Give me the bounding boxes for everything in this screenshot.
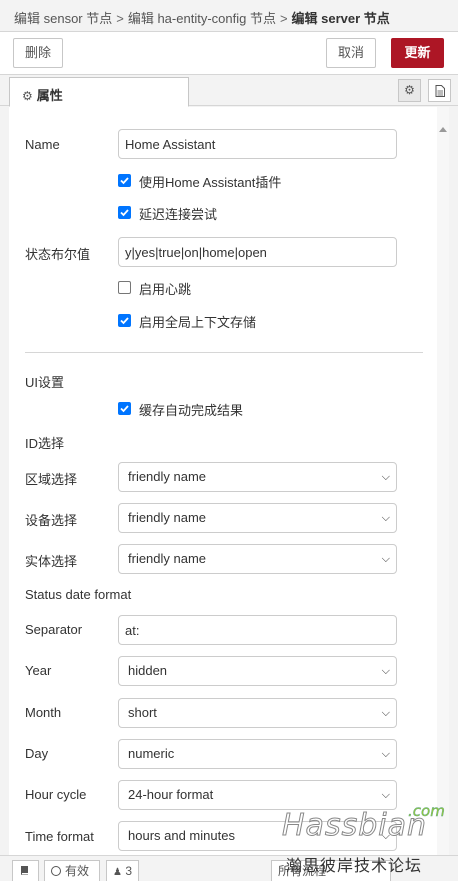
node-enabled-label: 有效 [65,864,90,878]
node-users-button[interactable]: ♟ 3 [106,860,139,881]
user-icon: ♟ [113,867,122,878]
chevron-down-icon: ⌵ [381,748,390,760]
status-date-format-heading: Status date format [25,587,132,602]
ui-settings-heading: UI设置 [25,375,65,390]
time-format-select[interactable]: hours and minutes ⌵ [118,821,397,851]
year-label: Year [25,663,52,678]
month-label: Month [25,705,62,720]
state-boolean-label: 状态布尔值 [25,247,91,262]
device-select[interactable]: friendly name ⌵ [118,503,397,533]
update-button[interactable]: 更新 [391,38,444,68]
properties-panel: Name 使用Home Assistant插件 延迟连接尝试 状态布尔值 启用心… [9,107,449,855]
entity-select-label: 实体选择 [25,554,78,569]
global-context-label: 启用全局上下文存储 [139,315,257,330]
hour-cycle-select[interactable]: 24-hour format ⌵ [118,780,397,810]
time-format-select-value: hours and minutes [128,828,235,843]
separator-label: Separator [25,622,83,637]
tab-bar: ⚙ 属性 ⚙ [0,75,458,107]
node-users-count: 3 [125,864,132,878]
day-label: Day [25,746,49,761]
circle-icon [51,866,61,876]
chevron-down-icon: ⌵ [381,665,390,677]
divider [25,352,423,353]
tab-properties[interactable]: ⚙ 属性 [9,77,189,107]
month-select[interactable]: short ⌵ [118,698,397,728]
name-input[interactable] [118,129,397,159]
delay-connect-label: 延迟连接尝试 [139,207,218,222]
settings-tab-button[interactable]: ⚙ [398,79,421,102]
device-select-label: 设备选择 [25,513,78,528]
use-addon-checkbox[interactable] [118,174,131,187]
name-label: Name [25,137,60,152]
delete-button[interactable]: 删除 [13,38,63,68]
scrollbar[interactable] [437,107,449,855]
time-format-label: Time format [25,829,94,844]
state-boolean-input[interactable] [118,237,397,267]
flow-scope-select[interactable]: 所有流程 [271,860,391,881]
hour-cycle-label: Hour cycle [25,787,87,802]
month-select-value: short [128,705,157,720]
entity-select[interactable]: friendly name ⌵ [118,544,397,574]
breadcrumb-item-entity-config[interactable]: 编辑 ha-entity-config 节点 [128,11,276,26]
entity-select-value: friendly name [128,551,207,566]
cache-autocomplete-label: 缓存自动完成结果 [139,403,244,418]
chevron-down-icon: ⌵ [381,471,390,483]
year-select-value: hidden [128,663,168,678]
gear-icon: ⚙ [404,83,415,97]
help-button[interactable] [12,860,39,881]
day-select-value: numeric [128,746,175,761]
breadcrumb-item-server: 编辑 server 节点 [291,11,390,26]
breadcrumb-item-sensor[interactable]: 编辑 sensor 节点 [14,11,112,26]
separator-input[interactable] [118,615,397,645]
document-icon [435,85,445,97]
chevron-down-icon: ⌵ [381,830,390,842]
tab-properties-label: 属性 [36,88,63,103]
chevron-down-icon: ⌵ [381,512,390,524]
cache-autocomplete-checkbox[interactable] [118,402,131,415]
cancel-button[interactable]: 取消 [326,38,376,68]
node-enabled-toggle[interactable]: 有效 [44,860,100,881]
device-select-value: friendly name [128,510,207,525]
breadcrumb-separator: > [116,11,124,26]
flow-scope-value: 所有流程 [278,864,327,878]
gear-icon: ⚙ [22,89,33,103]
chevron-down-icon: ⌵ [381,789,390,801]
delay-connect-checkbox[interactable] [118,206,131,219]
global-context-checkbox[interactable] [118,314,131,327]
chevron-down-icon: ⌵ [381,707,390,719]
hour-cycle-select-value: 24-hour format [128,787,214,802]
tray-toolbar: 删除 取消 更新 [0,32,458,75]
book-icon [21,866,29,875]
chevron-down-icon: ⌵ [381,553,390,565]
heartbeat-checkbox[interactable] [118,281,131,294]
area-select[interactable]: friendly name ⌵ [118,462,397,492]
day-select[interactable]: numeric ⌵ [118,739,397,769]
breadcrumb-separator: > [279,11,288,26]
heartbeat-label: 启用心跳 [139,282,192,297]
use-addon-label: 使用Home Assistant插件 [139,175,282,190]
breadcrumb: 编辑 sensor 节点 > 编辑 ha-entity-config 节点 > 编辑 s… [0,0,458,32]
description-tab-button[interactable] [428,79,451,102]
scroll-up-arrow-icon[interactable] [439,127,447,132]
area-select-value: friendly name [128,469,207,484]
id-select-heading: ID选择 [25,436,65,451]
tray-footer: 有效 ♟ 3 所有流程 [0,855,458,881]
year-select[interactable]: hidden ⌵ [118,656,397,686]
area-select-label: 区域选择 [25,472,78,487]
